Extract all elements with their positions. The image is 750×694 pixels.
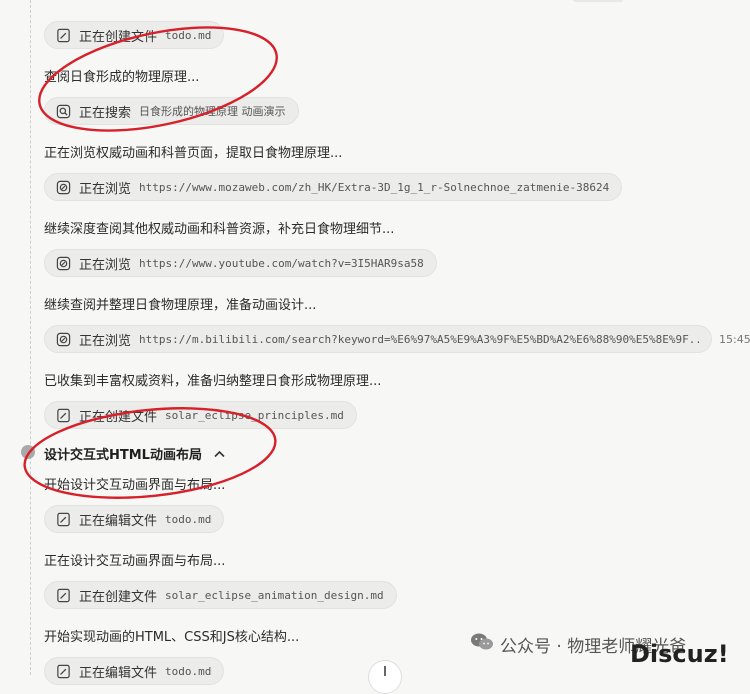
- status-text: 继续查阅并整理日食物理原理，准备动画设计...: [44, 298, 317, 313]
- chip-detail: https://m.bilibili.com/search?keyword=%E…: [139, 332, 699, 346]
- step-title: 设计交互式HTML动画布局: [44, 448, 202, 463]
- chip-detail: todo.md: [165, 512, 212, 526]
- top-stub: [572, 0, 624, 2]
- status-text: 开始设计交互动画界面与布局...: [44, 478, 226, 493]
- status-text: 正在浏览权威动画和科普页面，提取日食物理原理...: [44, 146, 343, 161]
- activity-chip-create-file[interactable]: 正在创建文件 todo.md: [44, 21, 225, 49]
- chip-action: 正在浏览: [79, 333, 132, 349]
- chip-detail: solar_eclipse_principles.md: [165, 408, 344, 422]
- chip-action: 正在创建文件: [79, 589, 158, 605]
- edit-file-icon: [55, 663, 71, 679]
- activity-chip-browse[interactable]: 正在浏览 https://www.mozaweb.com/zh_HK/Extra…: [44, 173, 623, 201]
- status-text: 正在设计交互动画界面与布局...: [44, 554, 226, 569]
- scroll-down-button[interactable]: [368, 660, 402, 694]
- search-icon: [55, 103, 71, 119]
- arrow-down-icon: [384, 666, 386, 676]
- step-status-dot: [21, 445, 35, 459]
- chip-action: 正在搜索: [79, 105, 132, 121]
- chevron-up-icon[interactable]: [214, 450, 225, 458]
- discuz-logo: Discuz!: [630, 640, 729, 668]
- browser-icon: [55, 331, 71, 347]
- activity-chip-search[interactable]: 正在搜索 日食形成的物理原理 动画演示: [44, 97, 299, 125]
- chip-detail: https://www.mozaweb.com/zh_HK/Extra-3D_1…: [139, 180, 610, 194]
- edit-file-icon: [55, 27, 71, 43]
- browser-icon: [55, 255, 71, 271]
- timeline-line: [30, 0, 31, 675]
- chip-detail: todo.md: [165, 664, 212, 678]
- chip-action: 正在浏览: [79, 257, 132, 273]
- chip-detail: todo.md: [165, 28, 212, 42]
- chip-action: 正在浏览: [79, 181, 132, 197]
- chip-detail: https://www.youtube.com/watch?v=3I5HAR9s…: [139, 256, 424, 270]
- chip-action: 正在创建文件: [79, 409, 158, 425]
- chip-action: 正在编辑文件: [79, 513, 158, 529]
- edit-file-icon: [55, 511, 71, 527]
- chip-action: 正在编辑文件: [79, 665, 158, 681]
- activity-chip-create-file[interactable]: 正在创建文件 solar_eclipse_principles.md: [44, 401, 357, 429]
- status-text: 开始实现动画的HTML、CSS和JS核心结构...: [44, 630, 300, 645]
- status-text: 继续深度查阅其他权威动画和科普资源，补充日食物理细节...: [44, 222, 395, 237]
- step-header[interactable]: 设计交互式HTML动画布局: [44, 444, 225, 463]
- activity-chip-browse[interactable]: 正在浏览 https://m.bilibili.com/search?keywo…: [44, 325, 712, 353]
- browser-icon: [55, 179, 71, 195]
- activity-chip-browse[interactable]: 正在浏览 https://www.youtube.com/watch?v=3I5…: [44, 249, 437, 277]
- activity-chip-edit-file[interactable]: 正在编辑文件 todo.md: [44, 505, 225, 533]
- activity-chip-edit-file[interactable]: 正在编辑文件 todo.md: [44, 657, 225, 685]
- activity-chip-create-file[interactable]: 正在创建文件 solar_eclipse_animation_design.md: [44, 581, 397, 609]
- edit-file-icon: [55, 407, 71, 423]
- chip-detail: solar_eclipse_animation_design.md: [165, 588, 384, 602]
- chip-detail: 日食形成的物理原理 动画演示: [139, 105, 286, 118]
- chip-action: 正在创建文件: [79, 29, 158, 45]
- status-text: 已收集到丰富权威资料，准备归纳整理日食形成物理原理...: [44, 374, 382, 389]
- status-text: 查阅日食形成的物理原理...: [44, 70, 200, 85]
- timestamp: 15:45: [719, 333, 750, 346]
- wechat-icon: [470, 632, 494, 657]
- edit-file-icon: [55, 587, 71, 603]
